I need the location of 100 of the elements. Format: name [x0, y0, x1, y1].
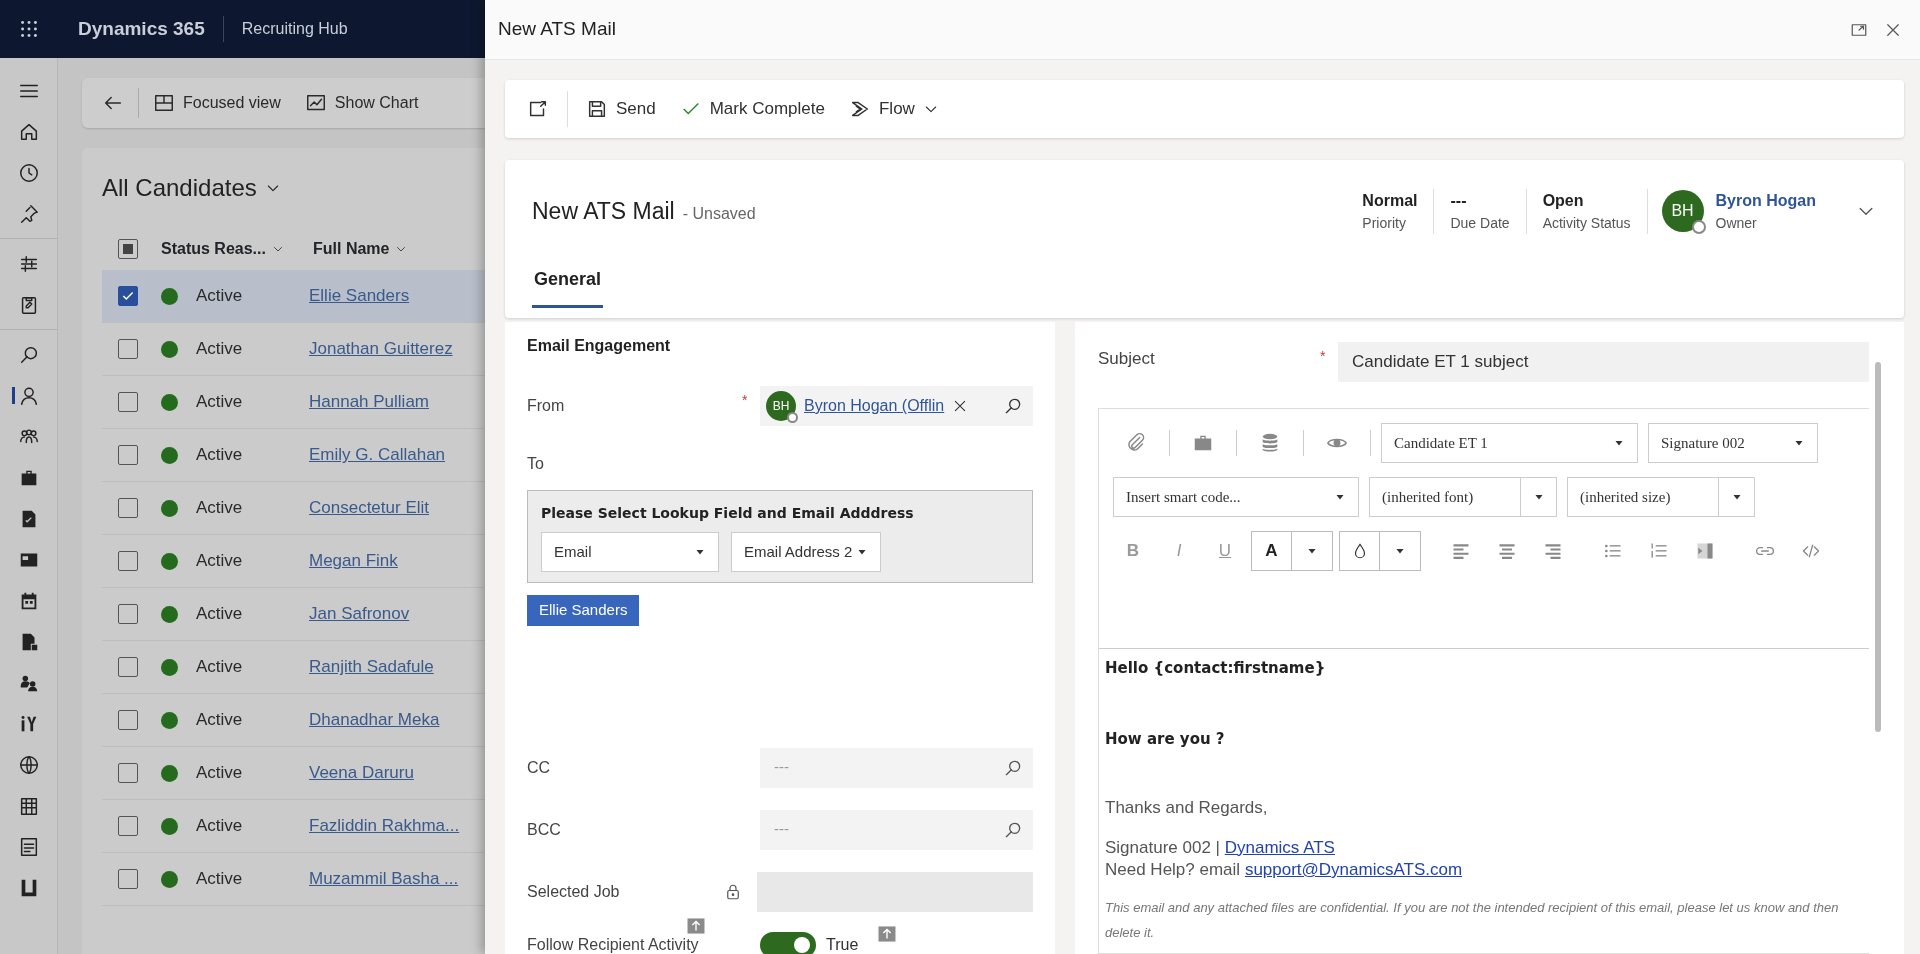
status-cell-text: Active: [196, 868, 244, 891]
disclaimer-text: This email and any attached files are confidential. If you are not the intended recipient of this email, please let us know and then delete it.: [1105, 898, 1840, 942]
dropdown[interactable]: (inherited font): [1369, 477, 1557, 517]
summary-value: Open: [1542, 190, 1585, 211]
status-dot: [161, 764, 178, 782]
row-checkbox[interactable]: [118, 816, 138, 836]
from-lookup-field[interactable]: BH Byron Hogan (Offlin: [760, 386, 1033, 426]
name-link[interactable]: Consectetur Elit: [309, 495, 429, 521]
status-dot: [161, 658, 178, 676]
field-label: CC: [527, 757, 552, 778]
dropdown[interactable]: (inherited size): [1567, 477, 1755, 517]
view-title[interactable]: All Candidates: [102, 170, 257, 206]
status-dot: [161, 605, 178, 623]
body-text: Hello {contact:firstname}: [1105, 658, 1327, 679]
summary-label: Priority: [1362, 213, 1407, 233]
row-checkbox[interactable]: [118, 604, 138, 624]
row-checkbox[interactable]: [118, 286, 138, 306]
signature-text: Signature 002 |: [1105, 837, 1220, 857]
name-link[interactable]: Jonathan Guitterez: [309, 336, 453, 362]
scrollbar[interactable]: [1875, 362, 1881, 732]
summary-value: ---: [1450, 190, 1468, 211]
column-header[interactable]: Full Name: [313, 237, 408, 261]
dropdown[interactable]: Email: [541, 532, 719, 572]
name-link[interactable]: Hannah Pulliam: [309, 389, 429, 415]
dropdown[interactable]: Signature 002: [1648, 423, 1818, 463]
column-header[interactable]: Status Reas...: [161, 237, 313, 261]
dropdown[interactable]: Insert smart code...: [1113, 477, 1359, 517]
name-link[interactable]: Emily G. Callahan: [309, 442, 446, 468]
row-checkbox[interactable]: [118, 710, 138, 730]
owner-avatar: BH: [1661, 190, 1704, 232]
toggle-value: True: [826, 934, 859, 954]
status-dot: [161, 711, 178, 729]
row-checkbox[interactable]: [118, 498, 138, 518]
send-button[interactable]: Send: [576, 90, 666, 128]
panel-title: New ATS Mail: [498, 17, 616, 42]
record-title: New ATS Mail: [532, 196, 675, 226]
search-button[interactable]: [1003, 396, 1023, 416]
dropdown[interactable]: Candidate ET 1: [1381, 423, 1638, 463]
align-center-icon: [1497, 541, 1517, 561]
body-text: Thanks and Regards,: [1105, 797, 1269, 819]
field-label: To: [527, 454, 545, 474]
mark-complete-button[interactable]: Mark Complete: [669, 90, 835, 128]
clock-icon: [17, 161, 40, 184]
name-link[interactable]: Muzammil Basha ...: [309, 866, 459, 892]
summary-label: Due Date: [1450, 213, 1510, 233]
select-all-checkbox[interactable]: [118, 239, 138, 259]
name-link[interactable]: Fazliddin Rakhma...: [309, 813, 460, 839]
app-launcher-icon: [18, 18, 40, 40]
name-link[interactable]: Veena Daruru: [309, 760, 414, 786]
field-label: From: [527, 396, 566, 416]
owner-name-link[interactable]: Byron Hogan: [1715, 188, 1816, 213]
row-checkbox[interactable]: [118, 392, 138, 412]
globe-icon: [17, 753, 40, 776]
align-left-icon: [1451, 541, 1471, 561]
status-dot: [161, 870, 178, 888]
status-dot: [161, 552, 178, 570]
row-checkbox[interactable]: [118, 763, 138, 783]
dropdown[interactable]: Email Address 2: [731, 532, 881, 572]
subject-field[interactable]: Candidate ET 1 subject: [1338, 342, 1869, 382]
field-label: Selected Job: [527, 881, 621, 902]
row-checkbox[interactable]: [118, 551, 138, 571]
email-link[interactable]: support@DynamicsATS.com: [1244, 860, 1463, 879]
grid-row[interactable]: Active Ellie Sanders: [102, 270, 485, 323]
recipient-chip[interactable]: Ellie Sanders: [527, 595, 640, 626]
owner-label: Owner: [1715, 213, 1758, 233]
status-dot: [161, 499, 178, 517]
layout-icon: [153, 92, 175, 114]
status-cell-text: Active: [196, 815, 244, 838]
toggle-switch[interactable]: [760, 931, 816, 954]
name-link[interactable]: Dhanadhar Meka: [309, 707, 440, 733]
app-area-name: Recruiting Hub: [240, 19, 348, 39]
row-checkbox[interactable]: [118, 657, 138, 677]
section-title: Email Engagement: [527, 336, 672, 356]
row-checkbox[interactable]: [118, 445, 138, 465]
picker-title: Please Select Lookup Field and Email Adddress: [541, 504, 915, 523]
numbered-list-icon: [1649, 541, 1669, 561]
status-cell-text: Active: [196, 338, 244, 361]
name-link[interactable]: Ellie Sanders: [309, 283, 410, 309]
status-dot: [161, 393, 178, 411]
align-right-icon: [1543, 541, 1563, 561]
name-link[interactable]: Ranjith Sadafule: [309, 654, 434, 680]
search-icon: [1003, 396, 1023, 416]
sender-link[interactable]: Byron Hogan (Offlin: [804, 394, 945, 418]
sender-avatar: BH: [766, 391, 796, 421]
show-chart-button[interactable]: Show Chart: [294, 87, 429, 119]
status-cell-text: Active: [196, 550, 244, 573]
name-link[interactable]: Megan Fink: [309, 548, 398, 574]
status-dot: [161, 817, 178, 835]
save-icon: [586, 98, 608, 120]
row-checkbox[interactable]: [118, 869, 138, 889]
status-dot: [161, 446, 178, 464]
signature-link[interactable]: Dynamics ATS: [1224, 837, 1335, 857]
flow-button[interactable]: Flow: [838, 90, 949, 128]
status-cell-text: Active: [196, 709, 244, 732]
focused-view-button[interactable]: Focused view: [143, 87, 291, 119]
name-link[interactable]: Jan Safronov: [309, 601, 410, 627]
check-icon: [121, 289, 135, 303]
row-checkbox[interactable]: [118, 339, 138, 359]
status-cell-text: Active: [196, 391, 244, 414]
tab[interactable]: General: [532, 256, 604, 308]
